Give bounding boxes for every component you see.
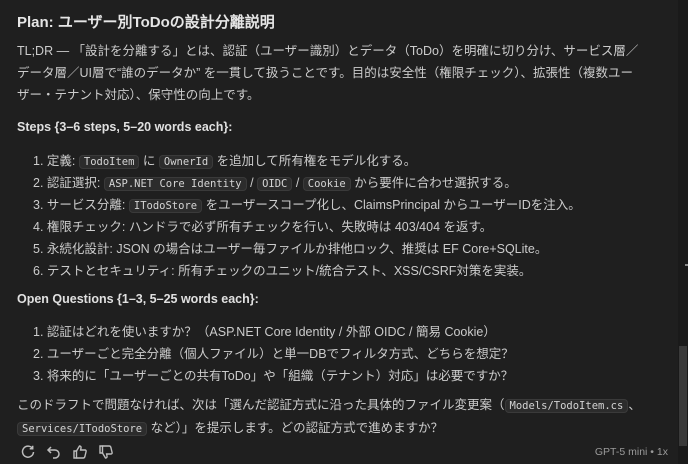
closing-line: このドラフトで問題なければ、次は「選んだ認証方式に沿った具体的ファイル変更案（ M…: [17, 398, 641, 413]
scrollbar-track[interactable]: [678, 0, 688, 464]
tldr-line: TL;DR — 「設計を分離する」とは、認証（ユーザー識別）とデータ（ToDo）…: [17, 44, 639, 58]
retry-icon[interactable]: [20, 444, 36, 460]
message-footer: GPT-5 mini • 1x: [0, 440, 678, 464]
code-models-todoitem: Models/TodoItem.cs: [504, 399, 629, 413]
thumbs-up-icon[interactable]: [72, 444, 88, 460]
list-item: 5. 永続化設計: JSON の場合はユーザー毎ファイルか排他ロック、推奨は E…: [33, 242, 548, 256]
list-item: 2. ユーザーごと完全分離（個人ファイル）と単一DBでフィルタ方式、どちらを想定…: [33, 347, 514, 361]
chat-response-panel: Plan: ユーザー別ToDoの設計分離説明 TL;DR — 「設計を分離する」…: [0, 0, 678, 464]
list-item: 3. サービス分離: ITodoStore をユーザースコープ化し、Claims…: [33, 198, 581, 213]
list-item: 3. 将来的に「ユーザーごとの共有ToDo」や「組織（テナント）対応」は必要です…: [33, 369, 514, 383]
list-item: 4. 権限チェック: ハンドラで必ず所有チェックを行い、失敗時は 403/404…: [33, 220, 493, 234]
code-ownerid: OwnerId: [158, 155, 214, 169]
questions-list: 1. 認証はどれを使いますか？（ASP.NET Core Identity / …: [33, 321, 514, 387]
steps-list: 1. 定義: TodoItem に OwnerId を追加して所有権をモデル化す…: [33, 150, 581, 282]
scrollbar-thumb[interactable]: [679, 346, 687, 446]
closing-line: Services/ITodoStore など）」を提示します。どの認証方式で進め…: [17, 417, 669, 440]
list-item: 2. 認証選択: ASP.NET Core Identity / OIDC / …: [33, 176, 517, 191]
undo-icon[interactable]: [46, 444, 62, 460]
code-itodostore: ITodoStore: [128, 199, 203, 213]
steps-heading: Steps {3–6 steps, 5–20 words each}:: [17, 120, 233, 134]
tldr-line: データ層／UI層で“誰のデータか” を一貫して扱うことです。目的は安全性（権限チ…: [17, 66, 634, 80]
code-services-itodostore: Services/ITodoStore: [17, 422, 148, 436]
thumbs-down-icon[interactable]: [98, 444, 114, 460]
code-oidc: OIDC: [257, 177, 293, 191]
code-cookie: Cookie: [302, 177, 351, 191]
tldr-paragraph: TL;DR — 「設計を分離する」とは、認証（ユーザー識別）とデータ（ToDo）…: [17, 40, 669, 106]
plan-title: Plan: ユーザー別ToDoの設計分離説明: [17, 14, 275, 31]
list-item: 1. 認証はどれを使いますか？（ASP.NET Core Identity / …: [33, 325, 496, 339]
code-identity: ASP.NET Core Identity: [103, 177, 247, 191]
questions-heading: Open Questions {1–3, 5–25 words each}:: [17, 292, 259, 306]
list-item: 6. テストとセキュリティ: 所有チェックのユニット/統合テスト、XSS/CSR…: [33, 264, 532, 278]
code-todoitem: TodoItem: [78, 155, 140, 169]
list-item: 1. 定義: TodoItem に OwnerId を追加して所有権をモデル化す…: [33, 154, 417, 169]
tldr-line: ザー・テナント対応）、保守性の向上です。: [17, 88, 260, 102]
model-label[interactable]: GPT-5 mini • 1x: [595, 446, 668, 458]
closing-paragraph: このドラフトで問題なければ、次は「選んだ認証方式に沿った具体的ファイル変更案（ M…: [17, 394, 669, 440]
